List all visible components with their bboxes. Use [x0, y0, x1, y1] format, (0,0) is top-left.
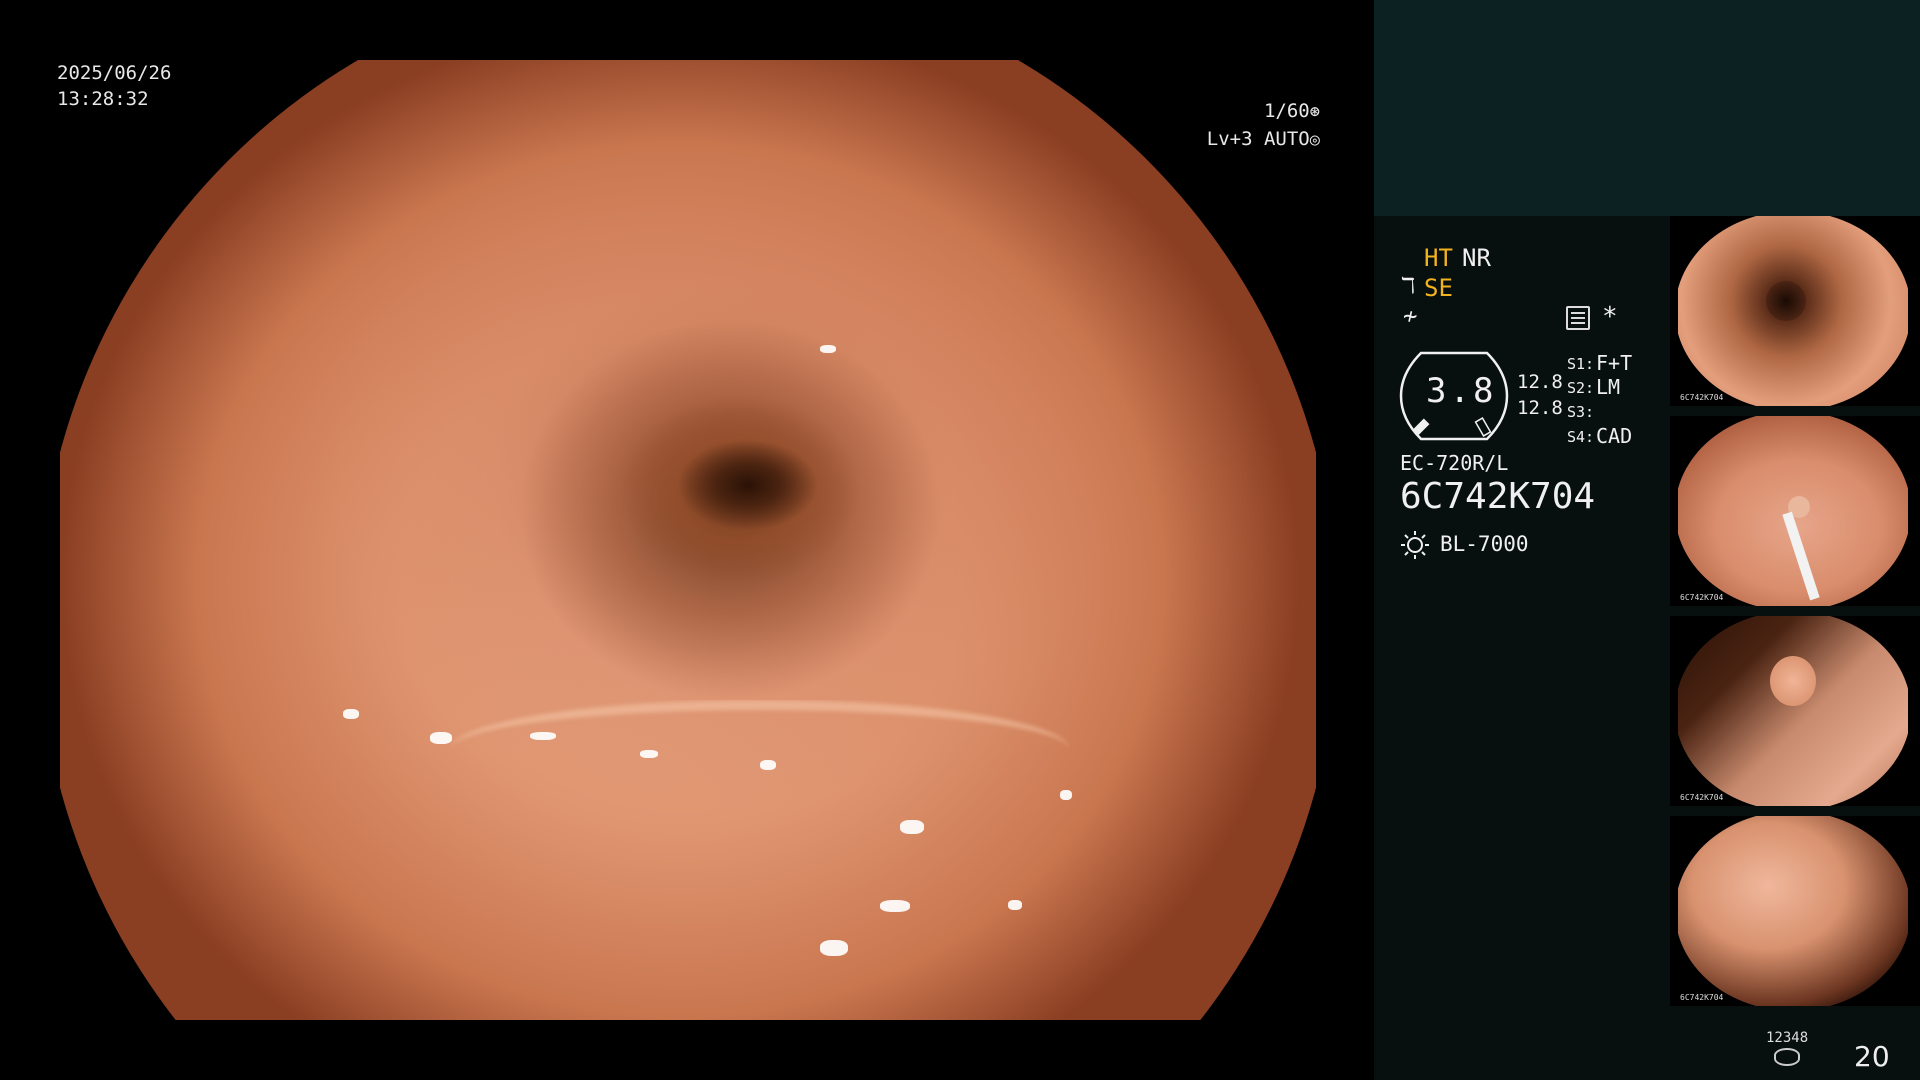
captured-image-thumbnail[interactable]: 6C742K704 [1670, 816, 1920, 1006]
switch-3-label: S3: [1567, 403, 1595, 421]
shutter-value: 1/60 [1263, 100, 1310, 122]
light-reflection [900, 820, 924, 834]
light-reflection [880, 900, 910, 912]
thumbnail-serial: 6C742K704 [1680, 393, 1724, 402]
thumbnail-image [1678, 416, 1908, 606]
mucosal-fold [450, 700, 1070, 750]
switch-4-value: CAD [1596, 424, 1633, 448]
captured-image-thumbnail[interactable]: 6C742K704 [1670, 216, 1920, 406]
shutter-speed: 1/60⊛ [1200, 100, 1320, 122]
scope-model: EC-720R/L [1400, 451, 1509, 475]
thumbnail-serial: 6C742K704 [1680, 793, 1724, 802]
light-reflection [820, 940, 848, 956]
time-display: 13:28:32 [57, 88, 149, 110]
thumbnail-polyp [1770, 656, 1816, 706]
thumbnail-image [1678, 816, 1908, 1006]
switch-1-value: F+T [1596, 351, 1633, 375]
light-source-icon [1401, 531, 1429, 559]
endoscope-image [60, 60, 1316, 1020]
thumbnail-lumen [1766, 281, 1806, 321]
ht-indicator: HT [1424, 244, 1453, 272]
endoscope-live-view: 2025/06/26 13:28:32 1/60⊛ Lv+3 AUTO◎ [0, 0, 1374, 1080]
switch-2-value: LM [1596, 375, 1621, 399]
thumbnail-image [1678, 216, 1908, 406]
settings-area: HT NR ℸ SE ≁ * 3.8 12.8 12.8 S1: F+T S2:… [1374, 216, 1674, 1080]
scope-serial: 6C742K704 [1400, 476, 1596, 517]
image-count: 20 [1854, 1040, 1890, 1073]
iris-level: Lv+3 AUTO◎ [1180, 128, 1320, 150]
thumbnail-image [1678, 616, 1908, 806]
auto-iris-icon: ◎ [1309, 130, 1320, 150]
light-reflection [1008, 900, 1022, 910]
light-reflection [530, 732, 556, 740]
light-reflection [640, 750, 658, 758]
storage-icon [1774, 1048, 1800, 1066]
info-panel: HT NR ℸ SE ≁ * 3.8 12.8 12.8 S1: F+T S2:… [1374, 0, 1920, 1080]
enhancement-icon: ≁ [1403, 302, 1418, 330]
parameter-value-b: 12.8 [1517, 397, 1563, 419]
light-source-model: BL-7000 [1440, 532, 1529, 556]
captured-image-thumbnail[interactable]: 6C742K704 [1670, 416, 1920, 606]
shutter-icon: ⊛ [1309, 102, 1320, 122]
level-value: Lv+3 AUTO [1206, 128, 1310, 150]
storage-count: 12348 [1766, 1030, 1809, 1046]
light-reflection [820, 345, 836, 353]
switch-4-label: S4: [1567, 428, 1595, 446]
switch-1-label: S1: [1567, 355, 1595, 373]
structure-enhancement-icon: ℸ [1401, 274, 1416, 299]
captured-image-thumbnail[interactable]: 6C742K704 [1670, 616, 1920, 806]
parameter-value-a: 12.8 [1517, 371, 1563, 393]
date-display: 2025/06/26 [57, 62, 172, 84]
thumbnail-snare [1782, 511, 1820, 601]
light-reflection [1060, 790, 1072, 800]
nr-indicator: NR [1462, 244, 1491, 272]
switch-2-label: S2: [1567, 379, 1595, 397]
light-reflection [343, 709, 359, 719]
panel-header [1374, 0, 1920, 216]
light-reflection [430, 732, 452, 744]
light-reflection [760, 760, 776, 770]
gauge-marker-right [1474, 417, 1492, 437]
se-indicator: SE [1424, 274, 1453, 302]
thumbnail-serial: 6C742K704 [1680, 593, 1724, 602]
memo-icon [1566, 306, 1590, 330]
gauge-value: 3.8 [1426, 371, 1497, 411]
thumbnail-serial: 6C742K704 [1680, 993, 1724, 1002]
asterisk-indicator: * [1602, 302, 1618, 332]
